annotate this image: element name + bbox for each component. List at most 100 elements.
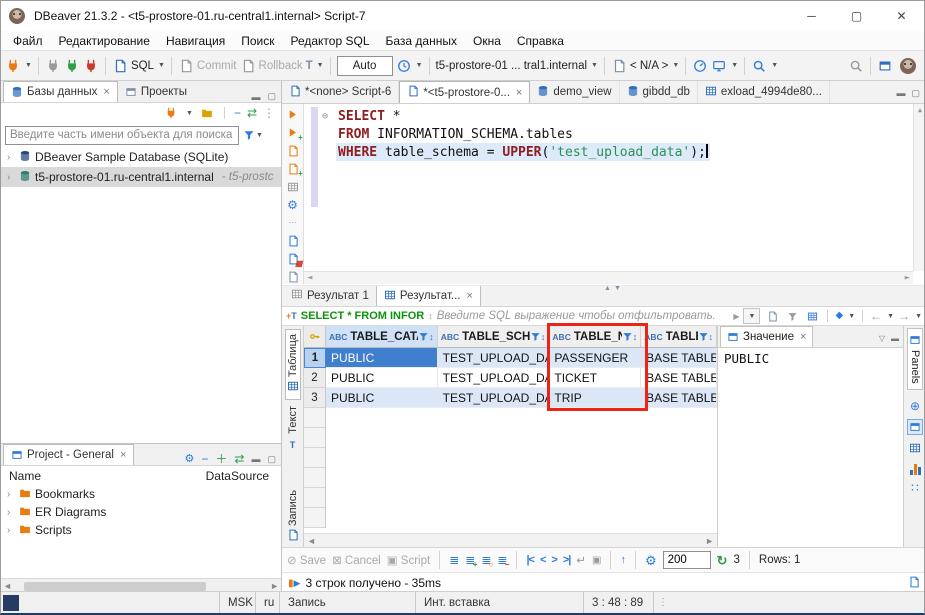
grid-panel-icon[interactable]: ⊕ [910,400,920,412]
load-from-file-icon[interactable] [285,269,301,284]
editor-tab[interactable]: *<t5-prostore-0...× [399,81,530,103]
add-row-icon[interactable]: ≣+ [465,553,475,567]
value-panel-icon[interactable] [907,419,923,435]
object-search-input[interactable] [5,126,239,145]
sort-icon[interactable]: ↕ [709,332,714,342]
maximize-panel-icon[interactable]: ▢ [267,91,276,102]
new-connection-dropdown-icon[interactable]: ▼ [25,62,32,69]
filter-input[interactable]: Введите SQL выражение чтобы отфильтроват… [437,310,730,322]
row-number[interactable]: 1 [304,348,326,368]
scroll-right-icon[interactable]: ► [270,581,279,591]
results-tab[interactable]: Результат...× [376,285,481,306]
script-button[interactable]: ▣ Script [387,553,430,567]
export-results-icon[interactable]: ↑ [620,554,626,566]
menu-item[interactable]: Поиск [233,31,282,50]
column-header-table_name[interactable]: ABCTABLE_NAME↕ [549,326,641,348]
grid-cell[interactable]: PASSENGER [549,348,641,368]
execute-script-new-tab-icon[interactable]: + [285,161,301,176]
editor-tab[interactable]: gibdd_db [620,81,698,103]
execute-script-icon[interactable] [285,143,301,158]
collapse-all-icon[interactable]: − [201,453,208,465]
sql-code-editor[interactable]: ⊖SELECT *FROM INFORMATION_SCHEMA.tablesW… [304,104,925,284]
save-filter-icon[interactable] [804,307,820,325]
scroll-left-icon[interactable]: ◄ [3,581,12,591]
status-timezone[interactable]: MSK [219,592,255,613]
new-connection-icon[interactable] [163,104,179,122]
editor-horizontal-scrollbar[interactable]: ◄► [304,271,913,284]
reference-icon[interactable]: ◆ [835,311,843,321]
transaction-dropdown-icon[interactable]: ▼ [317,62,324,69]
menu-item[interactable]: Редактор SQL [282,31,377,50]
next-row-icon[interactable]: > [551,554,556,566]
minimize-panel-icon[interactable]: ▬ [891,334,899,343]
minimize-button[interactable]: ─ [789,1,834,31]
output-icon[interactable] [908,576,920,591]
value-content[interactable]: PUBLIC [718,348,903,547]
forward-dropdown-icon[interactable]: ▼ [915,313,922,320]
last-row-icon[interactable]: >| [563,554,571,566]
row-number[interactable]: 2 [304,368,326,388]
refresh-icon[interactable]: ↻ [717,554,728,567]
minimize-panel-icon[interactable]: ▬ [251,454,260,464]
sort-icon[interactable]: ↕ [633,332,638,342]
scroll-left-icon[interactable]: ◄ [307,273,312,283]
expand-icon[interactable]: ＋ [215,453,227,465]
execute-new-tab-icon[interactable]: + [285,125,301,140]
sort-icon[interactable]: ↕ [429,332,434,342]
column-header-table_sche[interactable]: ABCTABLE_SCHE↕ [438,326,550,348]
menu-item[interactable]: Навигация [158,31,233,50]
quick-access-search-icon[interactable] [848,57,864,75]
back-icon[interactable]: ← [870,309,882,323]
transaction-log-icon[interactable] [396,57,412,75]
grid-cell[interactable]: TEST_UPLOAD_DAT [438,348,550,368]
column-datasource[interactable]: DataSource [206,469,273,483]
grid-cell[interactable]: TRIP [549,388,641,408]
new-connection-icon[interactable] [5,57,21,75]
presentation-tab-grid[interactable]: Таблица [285,329,301,400]
tree-item-connection[interactable]: ›t5-prostore-01.ru-central1.internal- t5… [1,167,281,187]
execute-statement-icon[interactable] [285,107,301,122]
sash-down-icon[interactable]: ▼ [614,285,621,292]
edit-cell-icon[interactable]: ≣ [449,553,459,567]
column-header-table_cata[interactable]: ABCTABLE_CATA↕ [326,326,438,348]
grid-cell[interactable]: TICKET [549,368,641,388]
status-language[interactable]: ru [255,592,279,613]
disconnect-icon[interactable] [83,57,99,75]
maximize-button[interactable]: ▢ [834,1,879,31]
disconnected-plug-icon[interactable] [45,57,61,75]
value-menu-icon[interactable]: ▽ [879,334,885,343]
grid-horizontal-scrollbar[interactable]: ◄► [304,533,717,547]
link-with-editor-icon[interactable]: ⇄ [234,453,244,465]
status-cursor-position[interactable]: 3 : 48 : 89 [583,592,653,613]
minimize-panel-icon[interactable]: ▬ [251,92,260,102]
menu-item[interactable]: Редактирование [51,31,158,50]
close-icon[interactable]: × [800,331,806,343]
column-filter-sort-icons[interactable]: ↕ [698,331,714,342]
column-filter-sort-icons[interactable]: ↕ [622,331,638,342]
clear-filter-icon[interactable] [764,307,780,325]
editor-tab[interactable]: demo_view [530,81,619,103]
grid-cell[interactable]: BASE TABLE [641,388,717,408]
network-icon[interactable] [711,57,727,75]
menu-item[interactable]: База данных [378,31,465,50]
status-insert-mode[interactable]: Инт. вставка [415,592,583,613]
grid-cell[interactable]: TEST_UPLOAD_DAT [438,388,550,408]
transaction-mode-icon[interactable]: T [306,60,313,72]
scroll-right-icon[interactable]: ► [905,273,910,283]
connection-type-dropdown-icon[interactable]: ▼ [186,110,193,117]
filter-dropdown-icon[interactable]: ▼ [256,132,263,139]
aggregate-panel-icon[interactable] [910,464,921,475]
network-dropdown-icon[interactable]: ▼ [731,62,738,69]
scroll-left-icon[interactable]: ◄ [307,536,316,546]
grid-cell[interactable]: PUBLIC [326,368,438,388]
schema-dropdown-icon[interactable]: ▼ [672,62,679,69]
chevron-right-icon[interactable]: › [7,152,15,163]
editor-vertical-scrollbar[interactable]: ▲ [913,104,925,271]
tab-projects[interactable]: Проекты [118,81,194,102]
link-with-editor-icon[interactable]: ⇄ [247,107,257,119]
search-metadata-icon[interactable] [751,57,767,75]
export-from-query-icon[interactable] [285,233,301,248]
dashboard-icon[interactable] [692,57,708,75]
sash-up-icon[interactable]: ▲ [604,285,611,292]
fetch-all-icon[interactable]: ▣ [592,555,601,566]
